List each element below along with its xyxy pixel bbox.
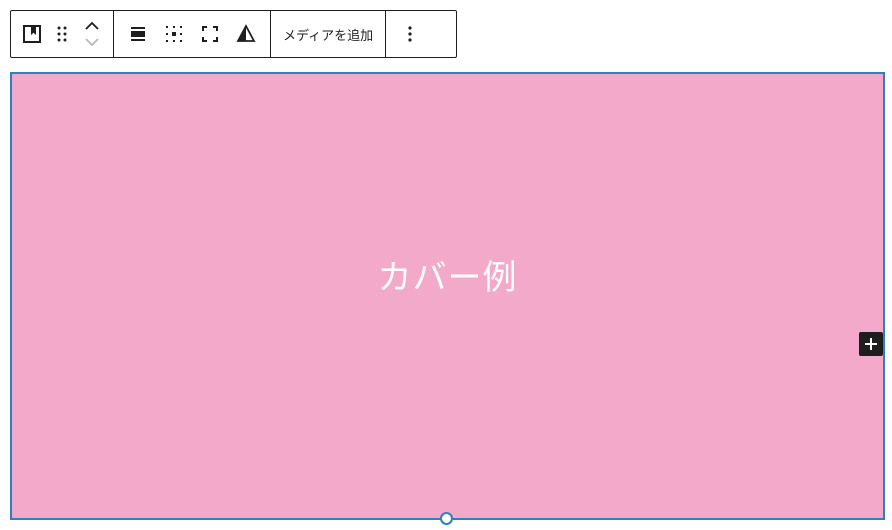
toolbar-group-more [386, 11, 434, 57]
more-vertical-icon[interactable] [392, 16, 428, 52]
full-height-icon[interactable] [192, 16, 228, 52]
block-mover [77, 16, 107, 52]
cover-block[interactable]: カバー例 [10, 72, 885, 520]
matrix-position-icon[interactable] [156, 16, 192, 52]
chevron-down-icon[interactable] [84, 34, 100, 50]
add-media-button[interactable]: メディアを追加 [277, 16, 379, 52]
toolbar-group-layout [114, 11, 271, 57]
duotone-filter-icon[interactable] [228, 16, 264, 52]
cover-block-icon[interactable] [17, 16, 47, 52]
drag-handle-icon[interactable] [47, 16, 77, 52]
block-inserter-button[interactable] [859, 332, 883, 356]
align-wide-icon[interactable] [120, 16, 156, 52]
editor-canvas: メディアを追加 カバー例 [0, 0, 892, 530]
chevron-up-icon[interactable] [84, 18, 100, 34]
toolbar-group-block [11, 11, 114, 57]
cover-title[interactable]: カバー例 [12, 250, 883, 299]
block-toolbar: メディアを追加 [10, 10, 457, 58]
toolbar-group-media: メディアを追加 [271, 11, 387, 57]
plus-icon [865, 338, 877, 350]
resize-handle[interactable] [440, 512, 453, 525]
